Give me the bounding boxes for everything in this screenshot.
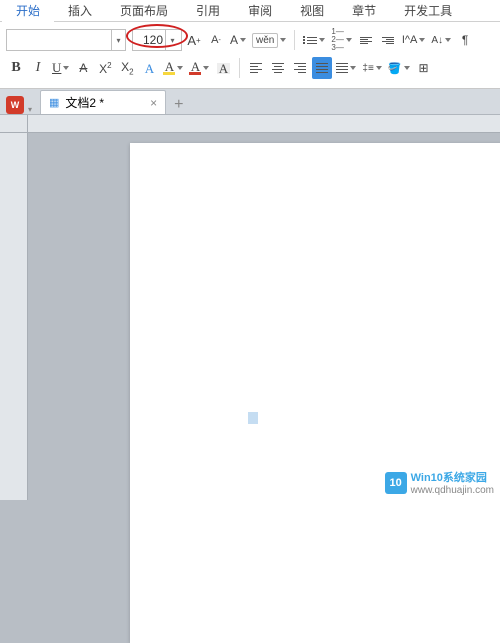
- highlight-color-button[interactable]: A: [161, 57, 185, 79]
- close-icon[interactable]: ×: [150, 96, 157, 110]
- bold-button[interactable]: B: [6, 57, 26, 79]
- watermark: 10 Win10系统家园 www.qdhuajin.com: [385, 469, 494, 496]
- new-tab-button[interactable]: +: [166, 96, 191, 114]
- borders-button[interactable]: ⊞: [414, 57, 434, 79]
- document-page[interactable]: [130, 143, 500, 643]
- chevron-down-icon: ▾: [111, 30, 125, 50]
- tab-home[interactable]: 开始: [2, 0, 54, 22]
- document-name: 文档2 *: [65, 94, 104, 111]
- shading-button[interactable]: 🪣: [386, 57, 412, 79]
- text-direction-button[interactable]: I^A: [400, 29, 428, 51]
- tab-references[interactable]: 引用: [182, 0, 234, 22]
- tab-review[interactable]: 审阅: [234, 0, 286, 22]
- font-size-select[interactable]: ▾: [132, 29, 182, 51]
- line-spacing-button[interactable]: ‡≡: [360, 57, 383, 79]
- align-center-button[interactable]: [268, 57, 288, 79]
- menu-tab-bar: 开始 插入 页面布局 引用 审阅 视图 章节 开发工具: [0, 0, 500, 22]
- ruler-corner: [0, 115, 28, 133]
- document-icon: ▦: [49, 96, 59, 109]
- align-left-button[interactable]: [246, 57, 266, 79]
- increase-font-button[interactable]: A+: [184, 29, 204, 51]
- tab-dev-tools[interactable]: 开发工具: [390, 0, 466, 22]
- tab-section[interactable]: 章节: [338, 0, 390, 22]
- watermark-logo: 10: [385, 472, 407, 494]
- cursor-position-icon: [248, 412, 258, 424]
- workspace: [0, 115, 500, 500]
- tab-page-layout[interactable]: 页面布局: [106, 0, 182, 22]
- document-tab-bar: W ▾ ▦ 文档2 * × +: [0, 89, 500, 115]
- increase-indent-button[interactable]: [378, 29, 398, 51]
- change-case-button[interactable]: A: [228, 29, 248, 51]
- underline-button[interactable]: U: [50, 57, 71, 79]
- italic-button[interactable]: I: [28, 57, 48, 79]
- numbering-button[interactable]: 1—2—3—: [329, 29, 353, 51]
- strikethrough-button[interactable]: A: [73, 57, 93, 79]
- watermark-url: www.qdhuajin.com: [411, 485, 494, 496]
- text-effects-button[interactable]: A: [139, 57, 159, 79]
- grid-icon: ⊞: [418, 61, 428, 75]
- font-family-select[interactable]: ▾: [6, 29, 126, 51]
- superscript-button[interactable]: X2: [95, 57, 115, 79]
- horizontal-ruler[interactable]: [28, 115, 500, 133]
- font-size-input[interactable]: [133, 33, 165, 47]
- bullets-button[interactable]: [301, 29, 327, 51]
- vertical-ruler[interactable]: [0, 133, 28, 500]
- tab-view[interactable]: 视图: [286, 0, 338, 22]
- font-color-button[interactable]: A: [187, 57, 211, 79]
- ribbon: ▾ ▾ A+ A- A wěn 1—2—3— I^A A↓ ¶ B I U A …: [0, 22, 500, 89]
- align-justify-button[interactable]: [312, 57, 332, 79]
- chevron-down-icon: ▾: [165, 30, 179, 50]
- subscript-button[interactable]: X2: [117, 57, 137, 79]
- wps-logo[interactable]: W: [6, 96, 24, 114]
- tab-insert[interactable]: 插入: [54, 0, 106, 22]
- distribute-button[interactable]: [334, 57, 358, 79]
- chevron-down-icon[interactable]: ▾: [28, 105, 32, 114]
- char-shading-button[interactable]: A: [213, 57, 233, 79]
- sort-button[interactable]: A↓: [429, 29, 453, 51]
- decrease-indent-button[interactable]: [356, 29, 376, 51]
- watermark-title: Win10系统家园: [411, 472, 487, 484]
- document-tab[interactable]: ▦ 文档2 * ×: [40, 90, 166, 114]
- show-marks-button[interactable]: ¶: [455, 29, 475, 51]
- paint-bucket-icon: 🪣: [388, 62, 402, 75]
- phonetic-guide-button[interactable]: wěn: [250, 29, 288, 51]
- decrease-font-button[interactable]: A-: [206, 29, 226, 51]
- align-right-button[interactable]: [290, 57, 310, 79]
